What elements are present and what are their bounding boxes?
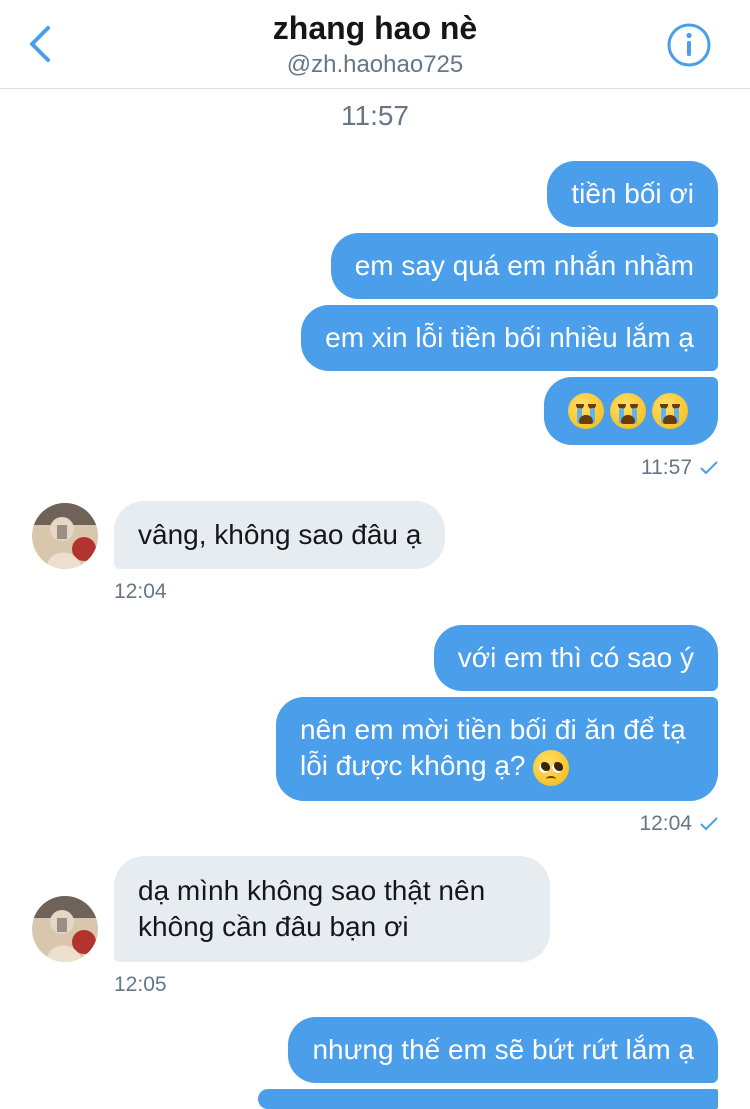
conversation-header: zhang hao nè @zh.haohao725 bbox=[0, 0, 750, 89]
message-text-content: nên em mời tiền bối đi ăn để tạ lỗi được… bbox=[300, 714, 686, 782]
avatar-image bbox=[32, 503, 98, 569]
message-bubble-outgoing[interactable]: em xin lỗi tiền bối nhiều lắm ạ bbox=[301, 305, 718, 371]
message-time: 11:57 bbox=[641, 456, 692, 479]
message-bubble-outgoing-partial[interactable] bbox=[258, 1089, 718, 1109]
message-bubble-outgoing[interactable]: nên em mời tiền bối đi ăn để tạ lỗi được… bbox=[276, 697, 718, 801]
pleading-face-icon bbox=[533, 749, 570, 786]
message-bubble-outgoing[interactable]: nhưng thế em sẽ bứt rứt lắm ạ bbox=[288, 1017, 718, 1083]
message-time: 12:04 bbox=[114, 580, 167, 603]
message-bubble-outgoing[interactable] bbox=[544, 377, 718, 445]
checkmark-icon bbox=[700, 817, 718, 831]
message-bubble-outgoing[interactable]: với em thì có sao ý bbox=[433, 625, 718, 691]
message-time: 12:04 bbox=[639, 812, 692, 835]
loudly-crying-face-icon bbox=[610, 393, 646, 429]
message-text: em say quá em nhắn nhầm bbox=[354, 250, 694, 281]
avatar-image bbox=[32, 896, 98, 962]
message-text: nhưng thế em sẽ bứt rứt lắm ạ bbox=[312, 1034, 694, 1065]
message-bubble-incoming[interactable]: dạ mình không sao thật nên không cần đâu… bbox=[114, 856, 550, 962]
message-bubble-incoming[interactable]: vâng, không sao đâu ạ bbox=[114, 501, 446, 569]
message-time: 12:05 bbox=[114, 973, 167, 996]
message-text: dạ mình không sao thật nên không cần đâu… bbox=[138, 875, 486, 942]
conversation-title: zhang hao nè bbox=[272, 10, 478, 46]
conversation-timestamp: 11:57 bbox=[341, 100, 409, 131]
avatar[interactable] bbox=[32, 896, 98, 962]
message-bubble-outgoing[interactable]: tiền bối ơi bbox=[547, 161, 718, 227]
message-text: nên em mời tiền bối đi ăn để tạ lỗi được… bbox=[300, 712, 694, 786]
message-bubble-outgoing[interactable]: em say quá em nhắn nhầm bbox=[330, 233, 718, 299]
avatar[interactable] bbox=[32, 503, 98, 569]
message-text: với em thì có sao ý bbox=[457, 642, 694, 673]
info-button[interactable] bbox=[666, 22, 712, 68]
loudly-crying-face-icon bbox=[568, 393, 604, 429]
message-meta: 11:57 bbox=[641, 456, 718, 480]
conversation-handle: @zh.haohao725 bbox=[286, 51, 464, 78]
message-text: vâng, không sao đâu ạ bbox=[138, 519, 422, 550]
message-text: tiền bối ơi bbox=[571, 178, 694, 209]
message-text: em xin lỗi tiền bối nhiều lắm ạ bbox=[325, 322, 694, 353]
info-icon bbox=[667, 23, 711, 67]
loudly-crying-face-icon bbox=[652, 393, 688, 429]
checkmark-icon bbox=[700, 461, 718, 475]
message-meta: 12:04 bbox=[639, 812, 718, 836]
